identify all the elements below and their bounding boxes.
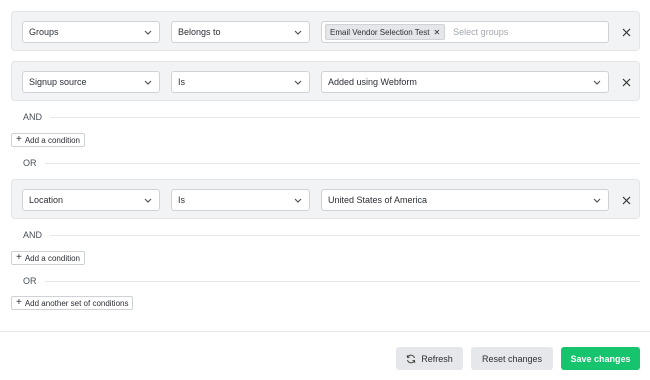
add-condition-button[interactable]: + Add a condition — [11, 251, 85, 265]
close-icon[interactable]: ✕ — [433, 28, 440, 37]
plus-icon: + — [16, 252, 22, 263]
condition-value-select[interactable]: United States of America — [321, 189, 609, 211]
and-label: AND — [23, 112, 43, 122]
condition-field-value: Location — [29, 195, 64, 205]
close-icon — [622, 196, 630, 204]
chevron-down-icon — [292, 194, 304, 206]
condition-set-1: Groups Belongs to Email Vendor Selection… — [11, 11, 640, 51]
chevron-down-icon — [591, 76, 603, 88]
chevron-down-icon — [591, 194, 603, 206]
chevron-down-icon — [142, 26, 154, 38]
or-label: OR — [23, 158, 37, 168]
condition-value-select[interactable]: Added using Webform — [321, 71, 609, 93]
plus-icon: + — [16, 297, 22, 308]
refresh-icon — [406, 354, 416, 364]
divider — [44, 280, 640, 282]
condition-value: United States of America — [328, 195, 428, 205]
condition-operator-select[interactable]: Belongs to — [171, 21, 310, 43]
add-condition-label: Add a condition — [24, 135, 80, 145]
group-chip: Email Vendor Selection Test ✕ — [325, 24, 446, 40]
divider — [44, 162, 640, 164]
divider — [50, 234, 640, 236]
condition-operator-select[interactable]: Is — [171, 189, 310, 211]
remove-condition-button[interactable] — [618, 192, 634, 208]
refresh-button[interactable]: Refresh — [396, 347, 463, 370]
reset-changes-button[interactable]: Reset changes — [471, 347, 553, 370]
condition-field-value: Signup source — [29, 77, 87, 87]
add-condition-set-button[interactable]: + Add another set of conditions — [11, 296, 134, 310]
groups-multiselect[interactable]: Email Vendor Selection Test ✕ Select gro… — [321, 21, 609, 43]
and-label: AND — [23, 230, 43, 240]
chevron-down-icon — [142, 76, 154, 88]
chevron-down-icon — [142, 194, 154, 206]
condition-set-2: Signup source Is Added using Webform — [11, 61, 640, 101]
reset-changes-label: Reset changes — [481, 353, 543, 364]
chevron-down-icon — [292, 26, 304, 38]
save-changes-button[interactable]: Save changes — [561, 347, 640, 370]
condition-field-value: Groups — [29, 27, 59, 37]
condition-operator-value: Is — [178, 195, 186, 205]
add-condition-set-label: Add another set of conditions — [24, 298, 129, 308]
plus-icon: + — [16, 134, 22, 145]
remove-condition-button[interactable] — [618, 74, 634, 90]
close-icon — [622, 78, 630, 86]
condition-set-3: Location Is United States of America — [11, 179, 640, 219]
chevron-down-icon — [292, 76, 304, 88]
condition-value: Added using Webform — [328, 77, 417, 87]
add-condition-label: Add a condition — [24, 253, 80, 263]
save-changes-label: Save changes — [570, 353, 631, 364]
or-separator: OR — [23, 157, 640, 169]
condition-operator-value: Belongs to — [178, 27, 221, 37]
groups-placeholder[interactable]: Select groups — [453, 27, 508, 37]
or-separator: OR — [23, 275, 640, 287]
divider — [50, 116, 640, 118]
condition-operator-value: Is — [178, 77, 186, 87]
add-condition-button[interactable]: + Add a condition — [11, 133, 85, 147]
refresh-label: Refresh — [421, 353, 453, 364]
condition-operator-select[interactable]: Is — [171, 71, 310, 93]
and-separator: AND — [23, 229, 640, 241]
and-separator: AND — [23, 111, 640, 123]
condition-field-select[interactable]: Groups — [22, 21, 160, 43]
condition-field-select[interactable]: Location — [22, 189, 160, 211]
condition-field-select[interactable]: Signup source — [22, 71, 160, 93]
close-icon — [622, 28, 630, 36]
group-chip-label: Email Vendor Selection Test — [330, 27, 430, 37]
or-label: OR — [23, 276, 37, 286]
footer-divider — [0, 331, 650, 332]
remove-condition-button[interactable] — [618, 24, 634, 40]
